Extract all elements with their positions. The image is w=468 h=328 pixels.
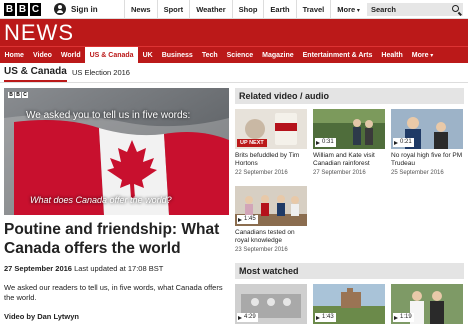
play-icon: [238, 315, 242, 320]
play-icon: [316, 140, 320, 145]
video-logo-letter: C: [22, 92, 28, 98]
related-card[interactable]: 0:31 William and Kate visit Canadian rai…: [313, 109, 385, 177]
most-watched-card[interactable]: 1:19: [391, 284, 463, 324]
section-nav-us-canada[interactable]: US & Canada: [85, 47, 139, 64]
related-card[interactable]: 1:45 Canadians tested on royal knowledge…: [235, 186, 307, 254]
sub-nav-us-election[interactable]: US Election 2016: [72, 68, 130, 77]
section-nav-magazine[interactable]: Magazine: [258, 47, 299, 64]
global-nav-earth[interactable]: Earth: [263, 0, 295, 19]
article-byline: Video by Dan Lytwyn: [4, 312, 80, 321]
section-nav-health[interactable]: Health: [377, 47, 407, 64]
article-date: 27 September 2016: [4, 264, 72, 273]
related-thumbnail[interactable]: 0:31: [313, 109, 385, 149]
play-icon: [316, 315, 320, 320]
related-date: 23 September 2016: [235, 247, 288, 253]
global-nav: News Sport Weather Shop Earth Travel Mor…: [124, 0, 366, 19]
related-title[interactable]: Canadians tested on royal knowledge: [235, 229, 307, 245]
play-icon: [238, 217, 242, 222]
video-player[interactable]: B B C We asked you to tell us in five wo…: [4, 88, 229, 215]
most-watched-thumbnail[interactable]: 1:43: [313, 284, 385, 324]
related-thumbnail[interactable]: UP NEXT: [235, 109, 307, 149]
video-caption-top: We asked you to tell us in five words:: [26, 110, 191, 121]
most-watched-heading: Most watched: [235, 263, 464, 279]
up-next-badge: UP NEXT: [237, 139, 267, 147]
most-watched-card[interactable]: 1:43: [313, 284, 385, 324]
related-date: 25 September 2016: [391, 170, 444, 176]
global-nav-shop[interactable]: Shop: [231, 0, 264, 19]
section-nav-science[interactable]: Science: [222, 47, 257, 64]
sub-nav: US & Canada US Election 2016: [0, 63, 468, 83]
duration-label: 1:43: [322, 314, 334, 320]
global-nav-weather[interactable]: Weather: [189, 0, 231, 19]
search-input[interactable]: Search: [367, 3, 463, 16]
search-icon[interactable]: [452, 5, 459, 12]
section-nav-home[interactable]: Home: [0, 47, 28, 64]
bbc-logo-letter: C: [30, 3, 41, 16]
related-card[interactable]: 0:21 No royal high five for PM Trudeau 2…: [391, 109, 463, 177]
video-duration: 4:29: [237, 313, 258, 322]
global-nav-news[interactable]: News: [124, 0, 157, 19]
global-top-bar: B B C Sign in News Sport Weather Shop Ea…: [0, 0, 468, 19]
related-thumbnail[interactable]: 0:21: [391, 109, 463, 149]
signin-label: Sign in: [71, 4, 98, 14]
video-duration: 0:31: [315, 138, 336, 147]
video-caption-bottom: What does Canada offer the world?: [30, 195, 172, 205]
article-summary: We asked our readers to tell us, in five…: [4, 283, 223, 302]
related-title[interactable]: Brits befuddled by Tim Hortons: [235, 152, 307, 168]
bbc-logo-letter: B: [17, 3, 28, 16]
global-nav-more[interactable]: More: [330, 0, 366, 19]
bbc-logo-letter: B: [4, 3, 15, 16]
most-watched-thumbnail[interactable]: 4:29: [235, 284, 307, 324]
news-header: NEWS: [0, 19, 468, 46]
section-nav-world[interactable]: World: [56, 47, 85, 64]
video-duration: 1:19: [393, 313, 414, 322]
section-nav-entertainment[interactable]: Entertainment & Arts: [298, 47, 377, 64]
duration-label: 1:19: [400, 314, 412, 320]
video-bbc-logo: B B C: [8, 92, 28, 98]
duration-label: 1:45: [244, 216, 256, 222]
duration-label: 0:21: [400, 139, 412, 145]
section-nav-more[interactable]: More: [407, 47, 437, 64]
section-nav-business[interactable]: Business: [157, 47, 197, 64]
article-headline: Poutine and friendship: What Canada offe…: [4, 221, 220, 257]
video-logo-letter: B: [8, 92, 14, 98]
related-heading: Related video / audio: [235, 88, 464, 104]
article-dateline: 27 September 2016 Last updated at 17:08 …: [4, 264, 163, 273]
news-wordmark[interactable]: NEWS: [4, 21, 74, 45]
related-title[interactable]: William and Kate visit Canadian rainfore…: [313, 152, 385, 168]
duration-label: 4:29: [244, 314, 256, 320]
related-thumbnail[interactable]: 1:45: [235, 186, 307, 226]
section-nav: Home Video World US & Canada UK Business…: [0, 46, 468, 64]
video-logo-letter: B: [15, 92, 21, 98]
play-icon: [394, 315, 398, 320]
video-duration: 1:45: [237, 215, 258, 224]
related-card[interactable]: UP NEXT Brits befuddled by Tim Hortons 2…: [235, 109, 307, 177]
sub-nav-current[interactable]: US & Canada: [4, 66, 67, 82]
duration-label: 0:31: [322, 139, 334, 145]
signin-link[interactable]: Sign in: [54, 3, 98, 15]
most-watched-card[interactable]: 4:29: [235, 284, 307, 324]
user-icon: [54, 3, 66, 15]
related-title[interactable]: No royal high five for PM Trudeau: [391, 152, 463, 168]
article-updated: Last updated at 17:08 BST: [74, 264, 164, 273]
global-nav-sport[interactable]: Sport: [156, 0, 190, 19]
section-nav-tech[interactable]: Tech: [197, 47, 222, 64]
bbc-logo[interactable]: B B C: [4, 3, 41, 16]
related-date: 27 September 2016: [313, 170, 366, 176]
play-icon: [394, 140, 398, 145]
video-duration: 0:21: [393, 138, 414, 147]
search-label: Search: [371, 5, 397, 14]
section-nav-uk[interactable]: UK: [138, 47, 157, 64]
global-nav-travel[interactable]: Travel: [295, 0, 331, 19]
video-duration: 1:43: [315, 313, 336, 322]
related-date: 22 September 2016: [235, 170, 288, 176]
section-nav-video[interactable]: Video: [28, 47, 56, 64]
most-watched-thumbnail[interactable]: 1:19: [391, 284, 463, 324]
